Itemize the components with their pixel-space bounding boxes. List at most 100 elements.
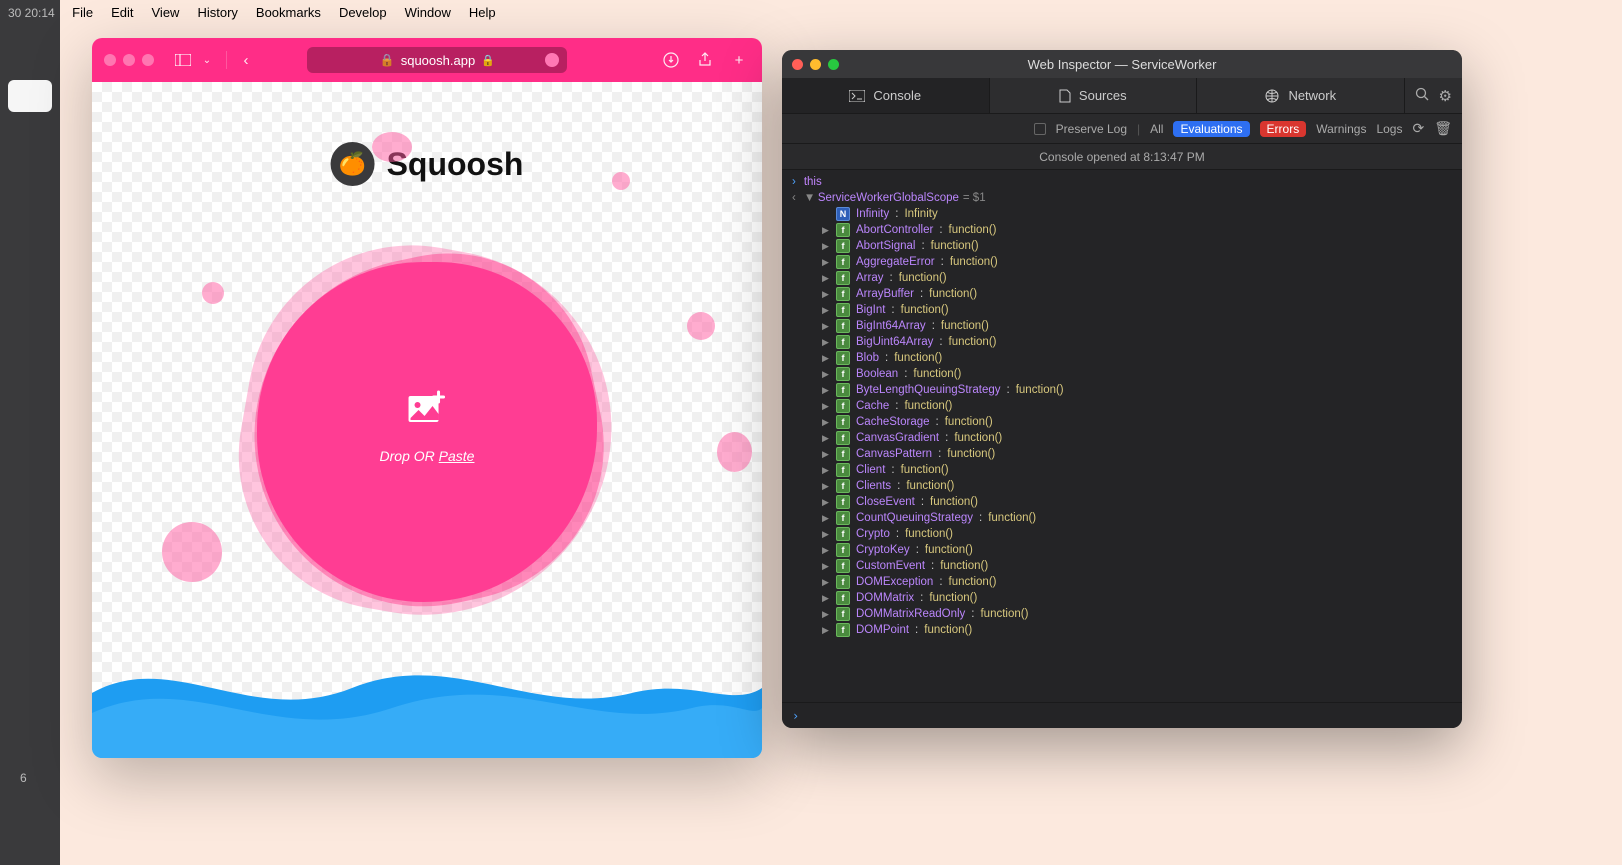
disclosure-triangle-icon[interactable]: ▶ (822, 417, 830, 428)
disclosure-triangle-icon[interactable]: ▶ (822, 577, 830, 588)
disclosure-triangle-icon[interactable]: ▶ (822, 433, 830, 444)
disclosure-triangle-icon[interactable]: ▶ (822, 369, 830, 380)
disclosure-triangle-icon[interactable]: ▶ (822, 273, 830, 284)
disclosure-triangle-icon[interactable]: ▶ (822, 465, 830, 476)
preserve-log-label[interactable]: Preserve Log (1056, 122, 1127, 136)
property-name: Client (856, 464, 885, 476)
disclosure-triangle-icon[interactable]: ▶ (822, 225, 830, 236)
property-row[interactable]: ▶fBoolean: function() (782, 366, 1462, 382)
disclosure-triangle-icon[interactable]: ▶ (822, 353, 830, 364)
filter-all[interactable]: All (1150, 122, 1163, 136)
close-button[interactable] (792, 59, 803, 70)
privacy-report-icon[interactable] (545, 53, 559, 67)
drop-zone[interactable]: Drop OR Paste (257, 262, 597, 602)
property-row[interactable]: ▶fBigInt: function() (782, 302, 1462, 318)
property-row[interactable]: ▶fBigUint64Array: function() (782, 334, 1462, 350)
filter-logs[interactable]: Logs (1376, 122, 1402, 136)
refresh-icon[interactable]: ⟳ (1412, 120, 1424, 137)
property-row[interactable]: ▶fCrypto: function() (782, 526, 1462, 542)
filter-evaluations[interactable]: Evaluations (1173, 121, 1249, 137)
property-row[interactable]: ▶fCache: function() (782, 398, 1462, 414)
sidebar-chevron-icon[interactable]: ⌄ (196, 49, 218, 71)
console-input[interactable]: › (782, 702, 1462, 728)
property-row[interactable]: ▶fDOMException: function() (782, 574, 1462, 590)
disclosure-triangle-icon[interactable]: ▶ (822, 257, 830, 268)
back-button[interactable]: ‹ (235, 49, 257, 71)
settings-icon[interactable]: ⚙ (1439, 87, 1452, 105)
inspector-titlebar[interactable]: Web Inspector — ServiceWorker (782, 50, 1462, 78)
property-row[interactable]: ▶fArrayBuffer: function() (782, 286, 1462, 302)
tab-sources[interactable]: Sources (990, 78, 1198, 113)
property-row[interactable]: ▶fByteLengthQueuingStrategy: function() (782, 382, 1462, 398)
zoom-button[interactable] (142, 54, 154, 66)
disclosure-triangle-icon[interactable]: ▶ (822, 449, 830, 460)
disclosure-triangle-icon[interactable]: ▶ (822, 321, 830, 332)
menu-bookmarks[interactable]: Bookmarks (256, 5, 321, 20)
url-bar[interactable]: 🔒 squoosh.app 🔒 (307, 47, 567, 73)
property-row[interactable]: ▶fClient: function() (782, 462, 1462, 478)
tab-console[interactable]: Console (782, 78, 990, 113)
property-row[interactable]: ▶fAbortSignal: function() (782, 238, 1462, 254)
disclosure-triangle-icon[interactable]: ▼ (804, 192, 814, 204)
sidebar-icon[interactable] (172, 49, 194, 71)
property-row[interactable]: ▶fArray: function() (782, 270, 1462, 286)
disclosure-triangle-icon[interactable]: ▶ (822, 609, 830, 620)
disclosure-triangle-icon[interactable]: ▶ (822, 529, 830, 540)
filter-warnings[interactable]: Warnings (1316, 122, 1366, 136)
disclosure-triangle-icon[interactable]: ▶ (822, 497, 830, 508)
property-row[interactable]: ▶fCanvasGradient: function() (782, 430, 1462, 446)
downloads-icon[interactable] (660, 49, 682, 71)
disclosure-triangle-icon[interactable]: ▶ (822, 625, 830, 636)
menu-edit[interactable]: Edit (111, 5, 133, 20)
disclosure-triangle-icon[interactable]: ▶ (822, 561, 830, 572)
filter-errors[interactable]: Errors (1260, 121, 1307, 137)
property-row[interactable]: ▶fAbortController: function() (782, 222, 1462, 238)
disclosure-triangle-icon[interactable]: ▶ (822, 241, 830, 252)
disclosure-triangle-icon[interactable]: ▶ (822, 289, 830, 300)
new-tab-icon[interactable]: + (728, 49, 750, 71)
property-row[interactable]: ▶fBlob: function() (782, 350, 1462, 366)
minimize-button[interactable] (810, 59, 821, 70)
add-image-icon (405, 386, 449, 430)
property-row[interactable]: N Infinity: Infinity (782, 206, 1462, 222)
minimize-button[interactable] (123, 54, 135, 66)
property-row[interactable]: ▶fCloseEvent: function() (782, 494, 1462, 510)
disclosure-triangle-icon[interactable]: ▶ (822, 545, 830, 556)
menu-view[interactable]: View (152, 5, 180, 20)
property-row[interactable]: ▶fCountQueuingStrategy: function() (782, 510, 1462, 526)
console-result[interactable]: ‹ ▼ ServiceWorkerGlobalScope = $1 (782, 190, 1462, 206)
property-row[interactable]: ▶fAggregateError: function() (782, 254, 1462, 270)
close-button[interactable] (104, 54, 116, 66)
disclosure-triangle-icon[interactable]: ▶ (822, 481, 830, 492)
menu-history[interactable]: History (197, 5, 237, 20)
paste-link[interactable]: Paste (439, 448, 475, 464)
property-row[interactable]: ▶fDOMMatrixReadOnly: function() (782, 606, 1462, 622)
share-icon[interactable] (694, 49, 716, 71)
property-row[interactable]: ▶fClients: function() (782, 478, 1462, 494)
disclosure-triangle-icon[interactable]: ▶ (822, 385, 830, 396)
tab-network[interactable]: Network (1197, 78, 1405, 113)
disclosure-triangle-icon[interactable]: ▶ (822, 337, 830, 348)
property-row[interactable]: ▶fCanvasPattern: function() (782, 446, 1462, 462)
sliver-tab[interactable] (8, 80, 52, 112)
search-icon[interactable] (1415, 87, 1429, 104)
disclosure-triangle-icon[interactable]: ▶ (822, 305, 830, 316)
property-row[interactable]: ▶fCacheStorage: function() (782, 414, 1462, 430)
console-output[interactable]: › this ‹ ▼ ServiceWorkerGlobalScope = $1… (782, 170, 1462, 702)
property-row[interactable]: ▶fDOMMatrix: function() (782, 590, 1462, 606)
property-row[interactable]: ▶fCustomEvent: function() (782, 558, 1462, 574)
menu-help[interactable]: Help (469, 5, 496, 20)
zoom-button[interactable] (828, 59, 839, 70)
disclosure-triangle-icon[interactable]: ▶ (822, 401, 830, 412)
reader-icon[interactable]: 🔒 (380, 53, 395, 67)
menu-develop[interactable]: Develop (339, 5, 387, 20)
disclosure-triangle-icon[interactable]: ▶ (822, 513, 830, 524)
property-row[interactable]: ▶fDOMPoint: function() (782, 622, 1462, 638)
disclosure-triangle-icon[interactable]: ▶ (822, 593, 830, 604)
preserve-log-checkbox[interactable] (1034, 123, 1046, 135)
menu-file[interactable]: File (72, 5, 93, 20)
clear-icon[interactable]: 🗑 (1434, 120, 1452, 137)
property-row[interactable]: ▶fBigInt64Array: function() (782, 318, 1462, 334)
menu-window[interactable]: Window (405, 5, 451, 20)
property-row[interactable]: ▶fCryptoKey: function() (782, 542, 1462, 558)
